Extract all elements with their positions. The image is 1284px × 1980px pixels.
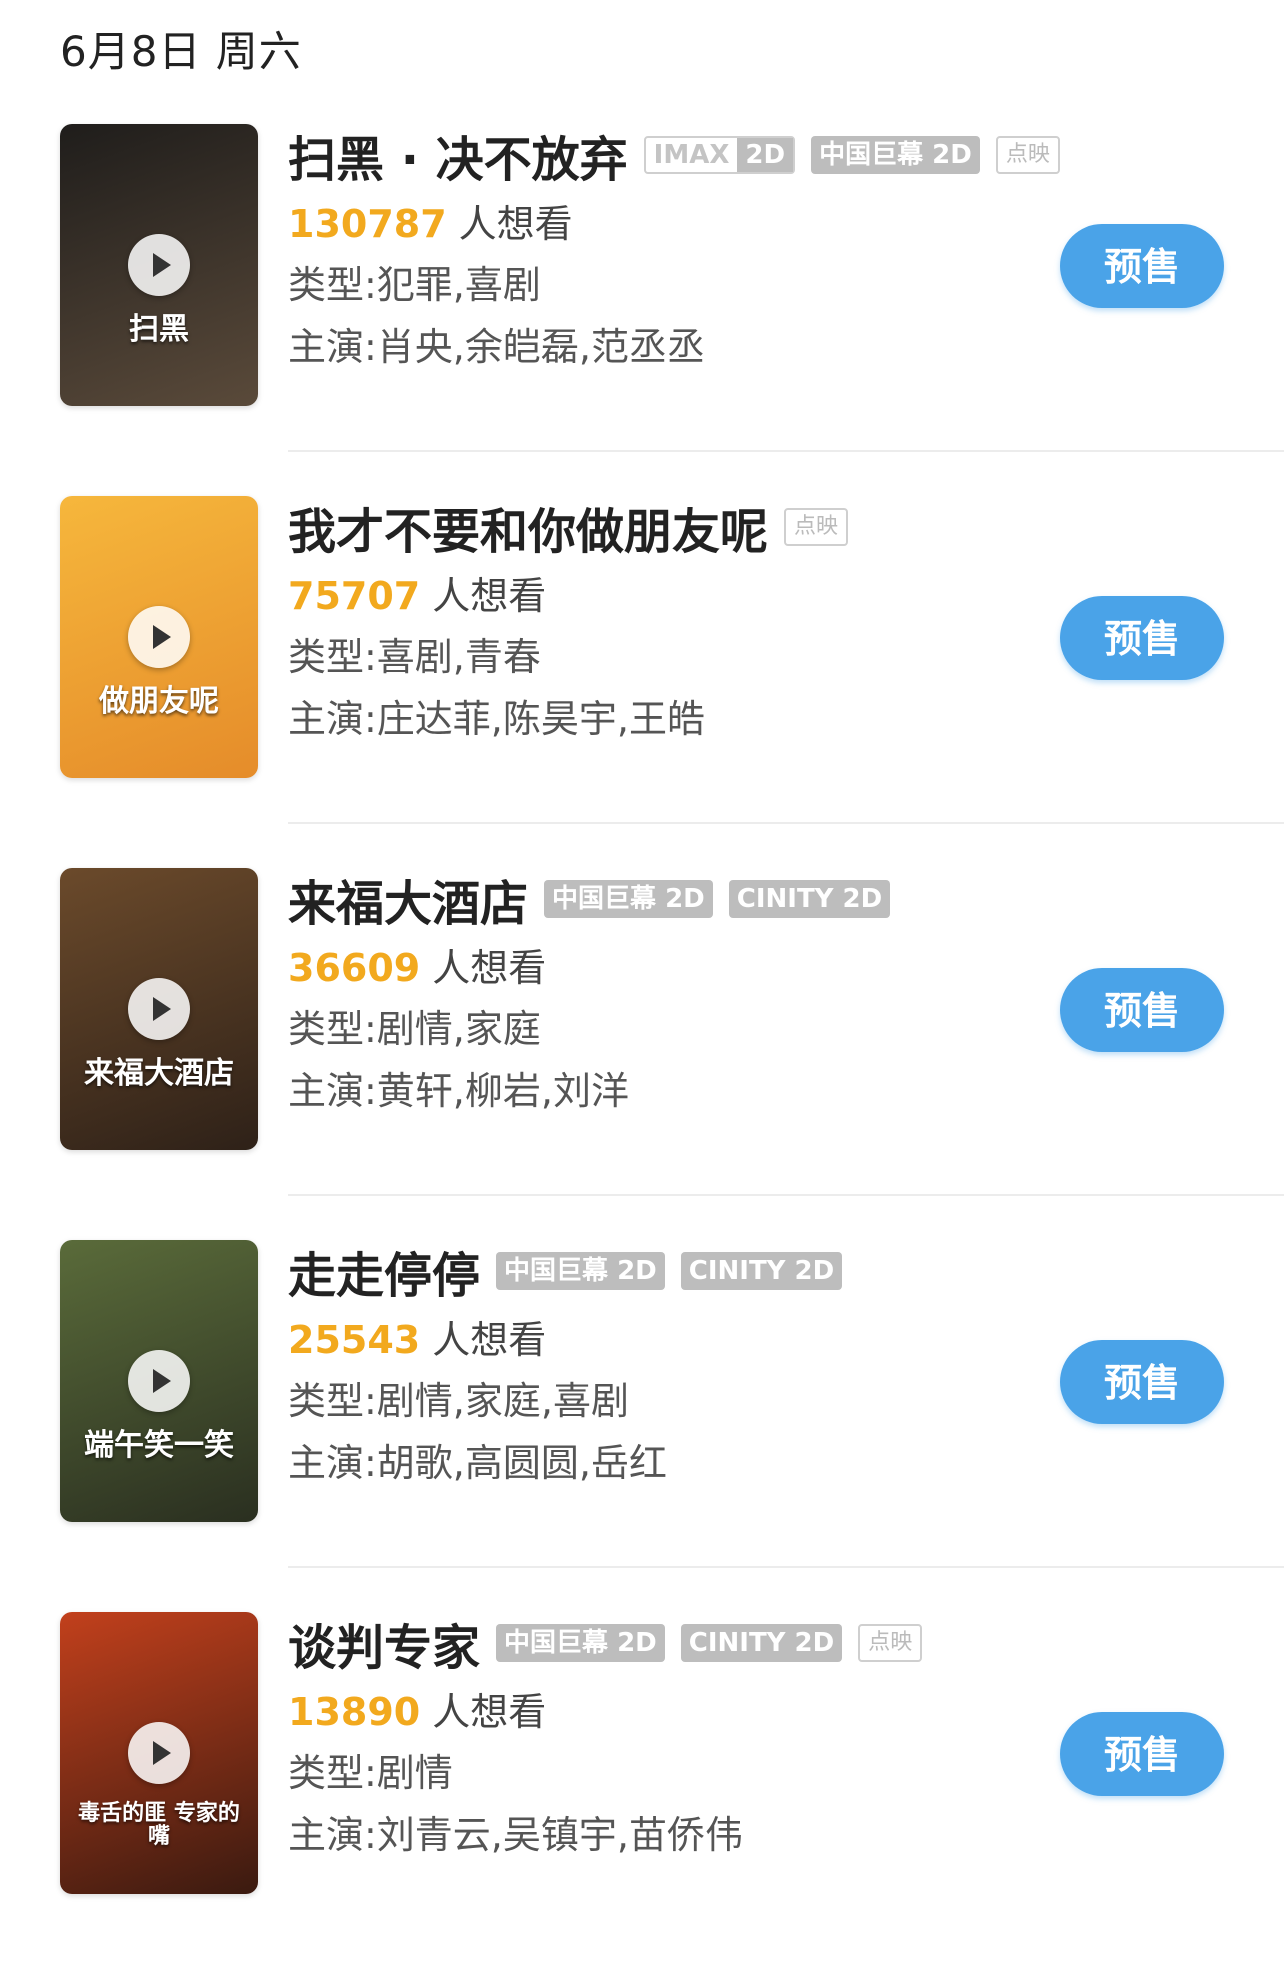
- format-tag: 中国巨幕 2D: [811, 136, 980, 174]
- want-number: 13890: [288, 1690, 421, 1734]
- movie-title[interactable]: 扫黑 · 决不放弃: [288, 120, 628, 190]
- play-icon[interactable]: [128, 1722, 190, 1784]
- divider: [288, 1566, 1284, 1568]
- want-suffix: 人想看: [432, 946, 547, 990]
- format-tags: 中国巨幕 2D CINITY 2D 点映: [480, 1624, 923, 1662]
- presale-button[interactable]: 预售: [1060, 968, 1224, 1052]
- format-tag: 点映: [784, 508, 849, 546]
- want-suffix: 人想看: [458, 202, 573, 246]
- movie-item[interactable]: 做朋友呢 我才不要和你做朋友呢 点映 75707 人想看 类型:喜剧,青春 主演:…: [0, 492, 1284, 864]
- movie-poster[interactable]: 端午笑一笑: [60, 1240, 258, 1522]
- want-suffix: 人想看: [432, 1318, 547, 1362]
- movie-title[interactable]: 来福大酒店: [288, 864, 528, 934]
- movie-title[interactable]: 我才不要和你做朋友呢: [288, 492, 768, 562]
- poster-text: 来福大酒店: [84, 1056, 234, 1091]
- format-tags: 中国巨幕 2D CINITY 2D: [528, 880, 891, 918]
- movie-list: 扫黑 扫黑 · 决不放弃 IMAX 2D 中国巨幕 2D 点映 130787 人想看 类…: [0, 120, 1284, 1980]
- format-tag: 中国巨幕 2D: [496, 1252, 665, 1290]
- poster-text: 做朋友呢: [99, 684, 219, 719]
- presale-button[interactable]: 预售: [1060, 224, 1224, 308]
- presale-button[interactable]: 预售: [1060, 596, 1224, 680]
- movie-item[interactable]: 扫黑 扫黑 · 决不放弃 IMAX 2D 中国巨幕 2D 点映 130787 人想看 类…: [0, 120, 1284, 492]
- poster-text: 端午笑一笑: [84, 1428, 234, 1463]
- movie-cast: 主演:胡歌,高圆圆,岳红: [288, 1441, 667, 1485]
- play-icon[interactable]: [128, 234, 190, 296]
- format-tag: 点映: [858, 1624, 923, 1662]
- format-tag: IMAX 2D: [643, 136, 796, 174]
- movie-item[interactable]: 端午笑一笑 走走停停 中国巨幕 2D CINITY 2D 25543 人想看 类型:…: [0, 1236, 1284, 1608]
- movie-poster[interactable]: 来福大酒店: [60, 868, 258, 1150]
- movie-cast: 主演:刘青云,吴镇宇,苗侨伟: [288, 1813, 743, 1857]
- divider: [288, 822, 1284, 824]
- movie-poster[interactable]: 扫黑: [60, 124, 258, 406]
- divider: [288, 1194, 1284, 1196]
- movie-title[interactable]: 谈判专家: [288, 1608, 480, 1678]
- movie-item[interactable]: 毒舌的匪 专家的嘴 谈判专家 中国巨幕 2D CINITY 2D 点映 13890 人…: [0, 1608, 1284, 1980]
- format-tags: 点映: [768, 508, 849, 546]
- date-header: 6月8日 周六: [60, 27, 302, 76]
- want-number: 130787: [288, 202, 447, 246]
- movie-cast: 主演:黄轩,柳岩,刘洋: [288, 1069, 629, 1113]
- format-tag: 中国巨幕 2D: [496, 1624, 665, 1662]
- tag-imax-format: 2D: [737, 138, 794, 172]
- want-suffix: 人想看: [432, 1690, 547, 1734]
- movie-cast: 主演:庄达菲,陈昊宇,王皓: [288, 697, 705, 741]
- format-tag: CINITY 2D: [728, 880, 891, 918]
- format-tag: CINITY 2D: [680, 1252, 843, 1290]
- play-icon[interactable]: [128, 978, 190, 1040]
- divider: [288, 450, 1284, 452]
- format-tag: 点映: [995, 136, 1060, 174]
- movie-poster[interactable]: 做朋友呢: [60, 496, 258, 778]
- play-icon[interactable]: [128, 606, 190, 668]
- tag-imax-label: IMAX: [653, 140, 730, 170]
- play-icon[interactable]: [128, 1350, 190, 1412]
- want-number: 75707: [288, 574, 421, 618]
- format-tag: CINITY 2D: [680, 1624, 843, 1662]
- movie-item[interactable]: 来福大酒店 来福大酒店 中国巨幕 2D CINITY 2D 36609 人想看 类型…: [0, 864, 1284, 1236]
- want-suffix: 人想看: [432, 574, 547, 618]
- want-number: 25543: [288, 1318, 421, 1362]
- presale-button[interactable]: 预售: [1060, 1340, 1224, 1424]
- movie-poster[interactable]: 毒舌的匪 专家的嘴: [60, 1612, 258, 1894]
- presale-button[interactable]: 预售: [1060, 1712, 1224, 1796]
- format-tags: IMAX 2D 中国巨幕 2D 点映: [628, 136, 1060, 174]
- poster-text: 扫黑: [129, 312, 189, 347]
- poster-text: 毒舌的匪 专家的嘴: [78, 1801, 240, 1850]
- movie-cast: 主演:肖央,余皑磊,范丞丞: [288, 325, 705, 369]
- want-number: 36609: [288, 946, 421, 990]
- format-tag: 中国巨幕 2D: [544, 880, 713, 918]
- movie-title[interactable]: 走走停停: [288, 1236, 480, 1306]
- format-tags: 中国巨幕 2D CINITY 2D: [480, 1252, 843, 1290]
